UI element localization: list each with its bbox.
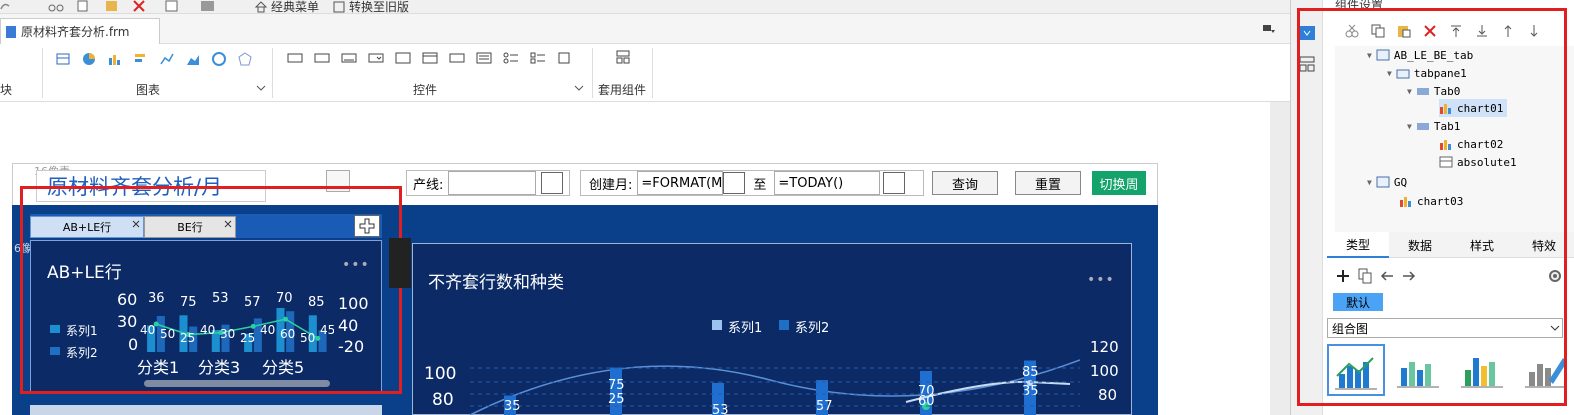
table-picker-icon[interactable] <box>541 172 564 194</box>
packaged-group-label: 套用组件 <box>598 83 647 97</box>
switch-week-button[interactable]: 切换周 <box>1092 171 1146 195</box>
y-left-tick: 100 <box>424 364 457 384</box>
line-chart-icon[interactable] <box>160 52 174 66</box>
textarea-icon[interactable] <box>476 52 492 64</box>
line-input[interactable] <box>448 171 537 195</box>
paste-icon[interactable] <box>104 0 120 12</box>
line-label: 产线: <box>413 177 444 193</box>
redo-icon[interactable] <box>0 0 10 12</box>
file-icon <box>6 25 16 38</box>
file-tab-bar: 原材料齐套分析.frm <box>0 14 1290 44</box>
radar-chart-icon[interactable] <box>238 52 252 66</box>
label-icon[interactable] <box>314 52 330 64</box>
selection-highlight <box>20 186 402 394</box>
preview-icon[interactable] <box>164 0 180 12</box>
horizontal-bar-icon[interactable] <box>134 52 148 66</box>
y-right-tick: 120 <box>1090 338 1119 356</box>
more-icon[interactable]: ••• <box>1087 272 1115 288</box>
copy-icon[interactable] <box>76 0 92 12</box>
legend-series2-swatch <box>779 320 789 330</box>
legend-series1-label: 系列1 <box>728 321 763 336</box>
data-label: 53 <box>712 403 729 415</box>
created-month-filter: 创建月: =FORMAT(M 至 =TODAY() <box>580 170 924 196</box>
ribbon-divider <box>272 48 273 98</box>
legend-series2-label: 系列2 <box>795 321 830 336</box>
calendar-icon[interactable] <box>723 172 746 194</box>
area-chart-icon[interactable] <box>186 52 200 66</box>
number-icon[interactable] <box>449 52 465 64</box>
to-label: 至 <box>753 177 767 193</box>
charts-group-label: 图表 <box>136 83 161 97</box>
block-group-label: 块 <box>0 83 13 97</box>
checkbox-group-icon[interactable] <box>530 52 546 64</box>
line-filter: 产线: <box>406 170 570 196</box>
table-chart-icon[interactable] <box>56 52 70 66</box>
calendar-icon[interactable] <box>422 52 438 64</box>
chart-icons-row <box>56 52 252 66</box>
classic-menu-button[interactable]: 经典菜单 <box>254 0 319 15</box>
y-left-tick: 80 <box>432 390 454 410</box>
reset-button[interactable]: 重置 <box>1015 171 1081 195</box>
top-toolbar: 经典菜单 转换至旧版 <box>0 0 1290 14</box>
created-to-input[interactable]: =TODAY() <box>774 171 881 195</box>
file-tab-title: 原材料齐套分析.frm <box>21 25 130 39</box>
packaged-component-icon[interactable] <box>616 50 630 64</box>
textbox-icon[interactable] <box>287 52 303 64</box>
chart03-plot: 35752553 5770608535 <box>470 359 1080 415</box>
ribbon-toolbar: 块 图表 控件 套用组件 <box>0 44 1290 102</box>
file-search-icon[interactable] <box>557 52 573 64</box>
radio-group-icon[interactable] <box>503 52 519 64</box>
tab-menu-icon[interactable] <box>1262 22 1276 36</box>
cut-icon[interactable] <box>48 0 64 12</box>
ribbon-divider <box>42 48 43 98</box>
control-icons-row <box>287 52 573 64</box>
created-from-input[interactable]: =FORMAT(M <box>637 171 724 195</box>
classic-menu-label: 经典菜单 <box>271 0 320 14</box>
date-icon[interactable] <box>395 52 411 64</box>
controls-group-label: 控件 <box>413 83 438 97</box>
calendar-icon[interactable] <box>883 172 906 194</box>
y-right-tick: 100 <box>1090 362 1119 380</box>
selection-highlight-panel <box>1297 8 1567 406</box>
data-label: 60 <box>918 394 935 409</box>
pie-chart-icon[interactable] <box>82 52 96 66</box>
chevron-down-icon[interactable] <box>256 84 266 92</box>
button-icon[interactable] <box>341 52 357 64</box>
dropdown-icon[interactable] <box>368 52 384 64</box>
y-right-tick: 80 <box>1098 386 1118 404</box>
chart03-title: 不齐套行数和种类 <box>428 273 564 293</box>
convert-old-label: 转换至旧版 <box>349 0 410 14</box>
query-button[interactable]: 查询 <box>932 171 998 195</box>
data-label: 35 <box>1022 384 1039 399</box>
convert-old-button[interactable]: 转换至旧版 <box>332 0 409 15</box>
ribbon-divider <box>652 48 653 98</box>
data-label: 85 <box>1022 365 1039 380</box>
save-icon[interactable] <box>200 0 216 12</box>
chevron-down-icon[interactable] <box>574 84 584 92</box>
widget-handle[interactable] <box>389 238 411 288</box>
file-tab[interactable]: 原材料齐套分析.frm <box>0 18 160 44</box>
legend-series1-swatch <box>712 320 722 330</box>
bar-chart-icon[interactable] <box>108 52 122 66</box>
gauge-chart-icon[interactable] <box>212 52 226 66</box>
data-label: 75 <box>608 378 625 393</box>
next-widget-strip <box>30 405 382 415</box>
delete-icon[interactable] <box>132 0 146 12</box>
canvas-scrollbar[interactable] <box>1270 102 1290 415</box>
created-month-label: 创建月: <box>589 177 633 193</box>
ribbon-divider <box>592 48 593 98</box>
